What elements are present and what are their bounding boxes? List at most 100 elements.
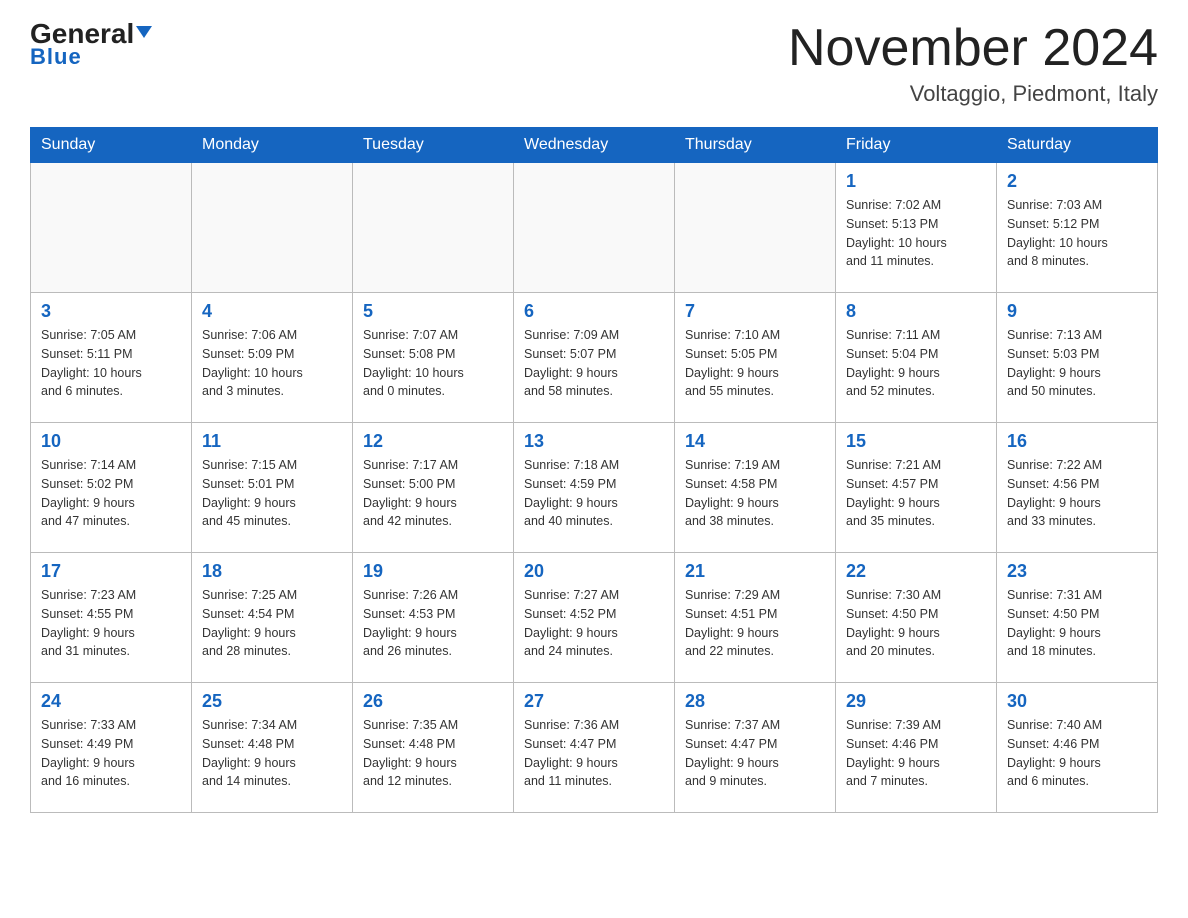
day-info: Sunrise: 7:30 AMSunset: 4:50 PMDaylight:… bbox=[846, 586, 986, 661]
day-number: 14 bbox=[685, 431, 825, 452]
day-number: 11 bbox=[202, 431, 342, 452]
table-row: 7 Sunrise: 7:10 AMSunset: 5:05 PMDaylight… bbox=[675, 293, 836, 423]
day-info: Sunrise: 7:15 AMSunset: 5:01 PMDaylight:… bbox=[202, 456, 342, 531]
day-info: Sunrise: 7:31 AMSunset: 4:50 PMDaylight:… bbox=[1007, 586, 1147, 661]
day-info: Sunrise: 7:10 AMSunset: 5:05 PMDaylight:… bbox=[685, 326, 825, 401]
col-monday: Monday bbox=[192, 128, 353, 163]
day-number: 6 bbox=[524, 301, 664, 322]
day-number: 10 bbox=[41, 431, 181, 452]
day-number: 1 bbox=[846, 171, 986, 192]
day-info: Sunrise: 7:21 AMSunset: 4:57 PMDaylight:… bbox=[846, 456, 986, 531]
table-row: 8 Sunrise: 7:11 AMSunset: 5:04 PMDaylight… bbox=[836, 293, 997, 423]
day-info: Sunrise: 7:34 AMSunset: 4:48 PMDaylight:… bbox=[202, 716, 342, 791]
table-row: 1 Sunrise: 7:02 AMSunset: 5:13 PMDaylight… bbox=[836, 163, 997, 293]
day-number: 26 bbox=[363, 691, 503, 712]
month-title: November 2024 bbox=[788, 20, 1158, 77]
table-row bbox=[514, 163, 675, 293]
day-info: Sunrise: 7:35 AMSunset: 4:48 PMDaylight:… bbox=[363, 716, 503, 791]
table-row: 20Sunrise: 7:27 AMSunset: 4:52 PMDayligh… bbox=[514, 553, 675, 683]
table-row: 4 Sunrise: 7:06 AMSunset: 5:09 PMDaylight… bbox=[192, 293, 353, 423]
day-number: 7 bbox=[685, 301, 825, 322]
col-thursday: Thursday bbox=[675, 128, 836, 163]
table-row: 29Sunrise: 7:39 AMSunset: 4:46 PMDayligh… bbox=[836, 683, 997, 813]
logo: General Blue bbox=[30, 20, 152, 70]
day-info: Sunrise: 7:23 AMSunset: 4:55 PMDaylight:… bbox=[41, 586, 181, 661]
day-info: Sunrise: 7:22 AMSunset: 4:56 PMDaylight:… bbox=[1007, 456, 1147, 531]
table-row: 27 Sunrise: 7:36 AMSunset: 4:47 PMDayligh… bbox=[514, 683, 675, 813]
col-tuesday: Tuesday bbox=[353, 128, 514, 163]
title-section: November 2024 Voltaggio, Piedmont, Italy bbox=[788, 20, 1158, 107]
day-number: 13 bbox=[524, 431, 664, 452]
day-info: Sunrise: 7:26 AMSunset: 4:53 PMDaylight:… bbox=[363, 586, 503, 661]
table-row: 2 Sunrise: 7:03 AMSunset: 5:12 PMDaylight… bbox=[997, 163, 1158, 293]
day-number: 12 bbox=[363, 431, 503, 452]
logo-triangle-icon bbox=[136, 26, 152, 38]
day-info: Sunrise: 7:40 AMSunset: 4:46 PMDaylight:… bbox=[1007, 716, 1147, 791]
day-info: Sunrise: 7:27 AMSunset: 4:52 PMDaylight:… bbox=[524, 586, 664, 661]
day-number: 22 bbox=[846, 561, 986, 582]
day-number: 2 bbox=[1007, 171, 1147, 192]
calendar-week-row: 24 Sunrise: 7:33 AMSunset: 4:49 PMDayligh… bbox=[31, 683, 1158, 813]
logo-blue: Blue bbox=[30, 44, 82, 70]
day-info: Sunrise: 7:29 AMSunset: 4:51 PMDaylight:… bbox=[685, 586, 825, 661]
day-info: Sunrise: 7:07 AMSunset: 5:08 PMDaylight:… bbox=[363, 326, 503, 401]
day-number: 30 bbox=[1007, 691, 1147, 712]
table-row: 19 Sunrise: 7:26 AMSunset: 4:53 PMDayligh… bbox=[353, 553, 514, 683]
table-row: 17 Sunrise: 7:23 AMSunset: 4:55 PMDayligh… bbox=[31, 553, 192, 683]
table-row: 3Sunrise: 7:05 AMSunset: 5:11 PMDaylight… bbox=[31, 293, 192, 423]
table-row: 10 Sunrise: 7:14 AMSunset: 5:02 PMDayligh… bbox=[31, 423, 192, 553]
table-row: 23 Sunrise: 7:31 AMSunset: 4:50 PMDayligh… bbox=[997, 553, 1158, 683]
location: Voltaggio, Piedmont, Italy bbox=[788, 81, 1158, 107]
day-number: 25 bbox=[202, 691, 342, 712]
table-row: 13 Sunrise: 7:18 AMSunset: 4:59 PMDayligh… bbox=[514, 423, 675, 553]
day-number: 3 bbox=[41, 301, 181, 322]
day-number: 24 bbox=[41, 691, 181, 712]
day-info: Sunrise: 7:13 AMSunset: 5:03 PMDaylight:… bbox=[1007, 326, 1147, 401]
calendar-table: Sunday Monday Tuesday Wednesday Thursday… bbox=[30, 127, 1158, 813]
day-info: Sunrise: 7:14 AMSunset: 5:02 PMDaylight:… bbox=[41, 456, 181, 531]
table-row bbox=[675, 163, 836, 293]
day-info: Sunrise: 7:09 AMSunset: 5:07 PMDaylight:… bbox=[524, 326, 664, 401]
table-row: 11 Sunrise: 7:15 AMSunset: 5:01 PMDayligh… bbox=[192, 423, 353, 553]
table-row: 6 Sunrise: 7:09 AMSunset: 5:07 PMDaylight… bbox=[514, 293, 675, 423]
table-row bbox=[353, 163, 514, 293]
day-number: 29 bbox=[846, 691, 986, 712]
col-friday: Friday bbox=[836, 128, 997, 163]
day-info: Sunrise: 7:37 AMSunset: 4:47 PMDaylight:… bbox=[685, 716, 825, 791]
day-info: Sunrise: 7:03 AMSunset: 5:12 PMDaylight:… bbox=[1007, 196, 1147, 271]
table-row: 24 Sunrise: 7:33 AMSunset: 4:49 PMDayligh… bbox=[31, 683, 192, 813]
day-info: Sunrise: 7:18 AMSunset: 4:59 PMDaylight:… bbox=[524, 456, 664, 531]
table-row: 28 Sunrise: 7:37 AMSunset: 4:47 PMDayligh… bbox=[675, 683, 836, 813]
day-number: 17 bbox=[41, 561, 181, 582]
day-info: Sunrise: 7:33 AMSunset: 4:49 PMDaylight:… bbox=[41, 716, 181, 791]
day-info: Sunrise: 7:11 AMSunset: 5:04 PMDaylight:… bbox=[846, 326, 986, 401]
calendar-header-row: Sunday Monday Tuesday Wednesday Thursday… bbox=[31, 128, 1158, 163]
col-wednesday: Wednesday bbox=[514, 128, 675, 163]
page-header: General Blue November 2024 Voltaggio, Pi… bbox=[30, 20, 1158, 107]
day-number: 21 bbox=[685, 561, 825, 582]
table-row: 21 Sunrise: 7:29 AMSunset: 4:51 PMDayligh… bbox=[675, 553, 836, 683]
table-row: 5 Sunrise: 7:07 AMSunset: 5:08 PMDaylight… bbox=[353, 293, 514, 423]
day-number: 27 bbox=[524, 691, 664, 712]
day-number: 28 bbox=[685, 691, 825, 712]
day-info: Sunrise: 7:06 AMSunset: 5:09 PMDaylight:… bbox=[202, 326, 342, 401]
table-row: 14Sunrise: 7:19 AMSunset: 4:58 PMDayligh… bbox=[675, 423, 836, 553]
table-row bbox=[192, 163, 353, 293]
day-number: 19 bbox=[363, 561, 503, 582]
table-row: 15Sunrise: 7:21 AMSunset: 4:57 PMDayligh… bbox=[836, 423, 997, 553]
table-row: 26 Sunrise: 7:35 AMSunset: 4:48 PMDayligh… bbox=[353, 683, 514, 813]
day-number: 23 bbox=[1007, 561, 1147, 582]
day-info: Sunrise: 7:02 AMSunset: 5:13 PMDaylight:… bbox=[846, 196, 986, 271]
col-sunday: Sunday bbox=[31, 128, 192, 163]
day-info: Sunrise: 7:36 AMSunset: 4:47 PMDaylight:… bbox=[524, 716, 664, 791]
day-number: 5 bbox=[363, 301, 503, 322]
calendar-week-row: 10 Sunrise: 7:14 AMSunset: 5:02 PMDayligh… bbox=[31, 423, 1158, 553]
day-number: 18 bbox=[202, 561, 342, 582]
table-row: 16Sunrise: 7:22 AMSunset: 4:56 PMDayligh… bbox=[997, 423, 1158, 553]
day-info: Sunrise: 7:17 AMSunset: 5:00 PMDaylight:… bbox=[363, 456, 503, 531]
day-number: 4 bbox=[202, 301, 342, 322]
day-info: Sunrise: 7:25 AMSunset: 4:54 PMDaylight:… bbox=[202, 586, 342, 661]
day-number: 8 bbox=[846, 301, 986, 322]
table-row: 18 Sunrise: 7:25 AMSunset: 4:54 PMDayligh… bbox=[192, 553, 353, 683]
table-row: 9Sunrise: 7:13 AMSunset: 5:03 PMDaylight… bbox=[997, 293, 1158, 423]
